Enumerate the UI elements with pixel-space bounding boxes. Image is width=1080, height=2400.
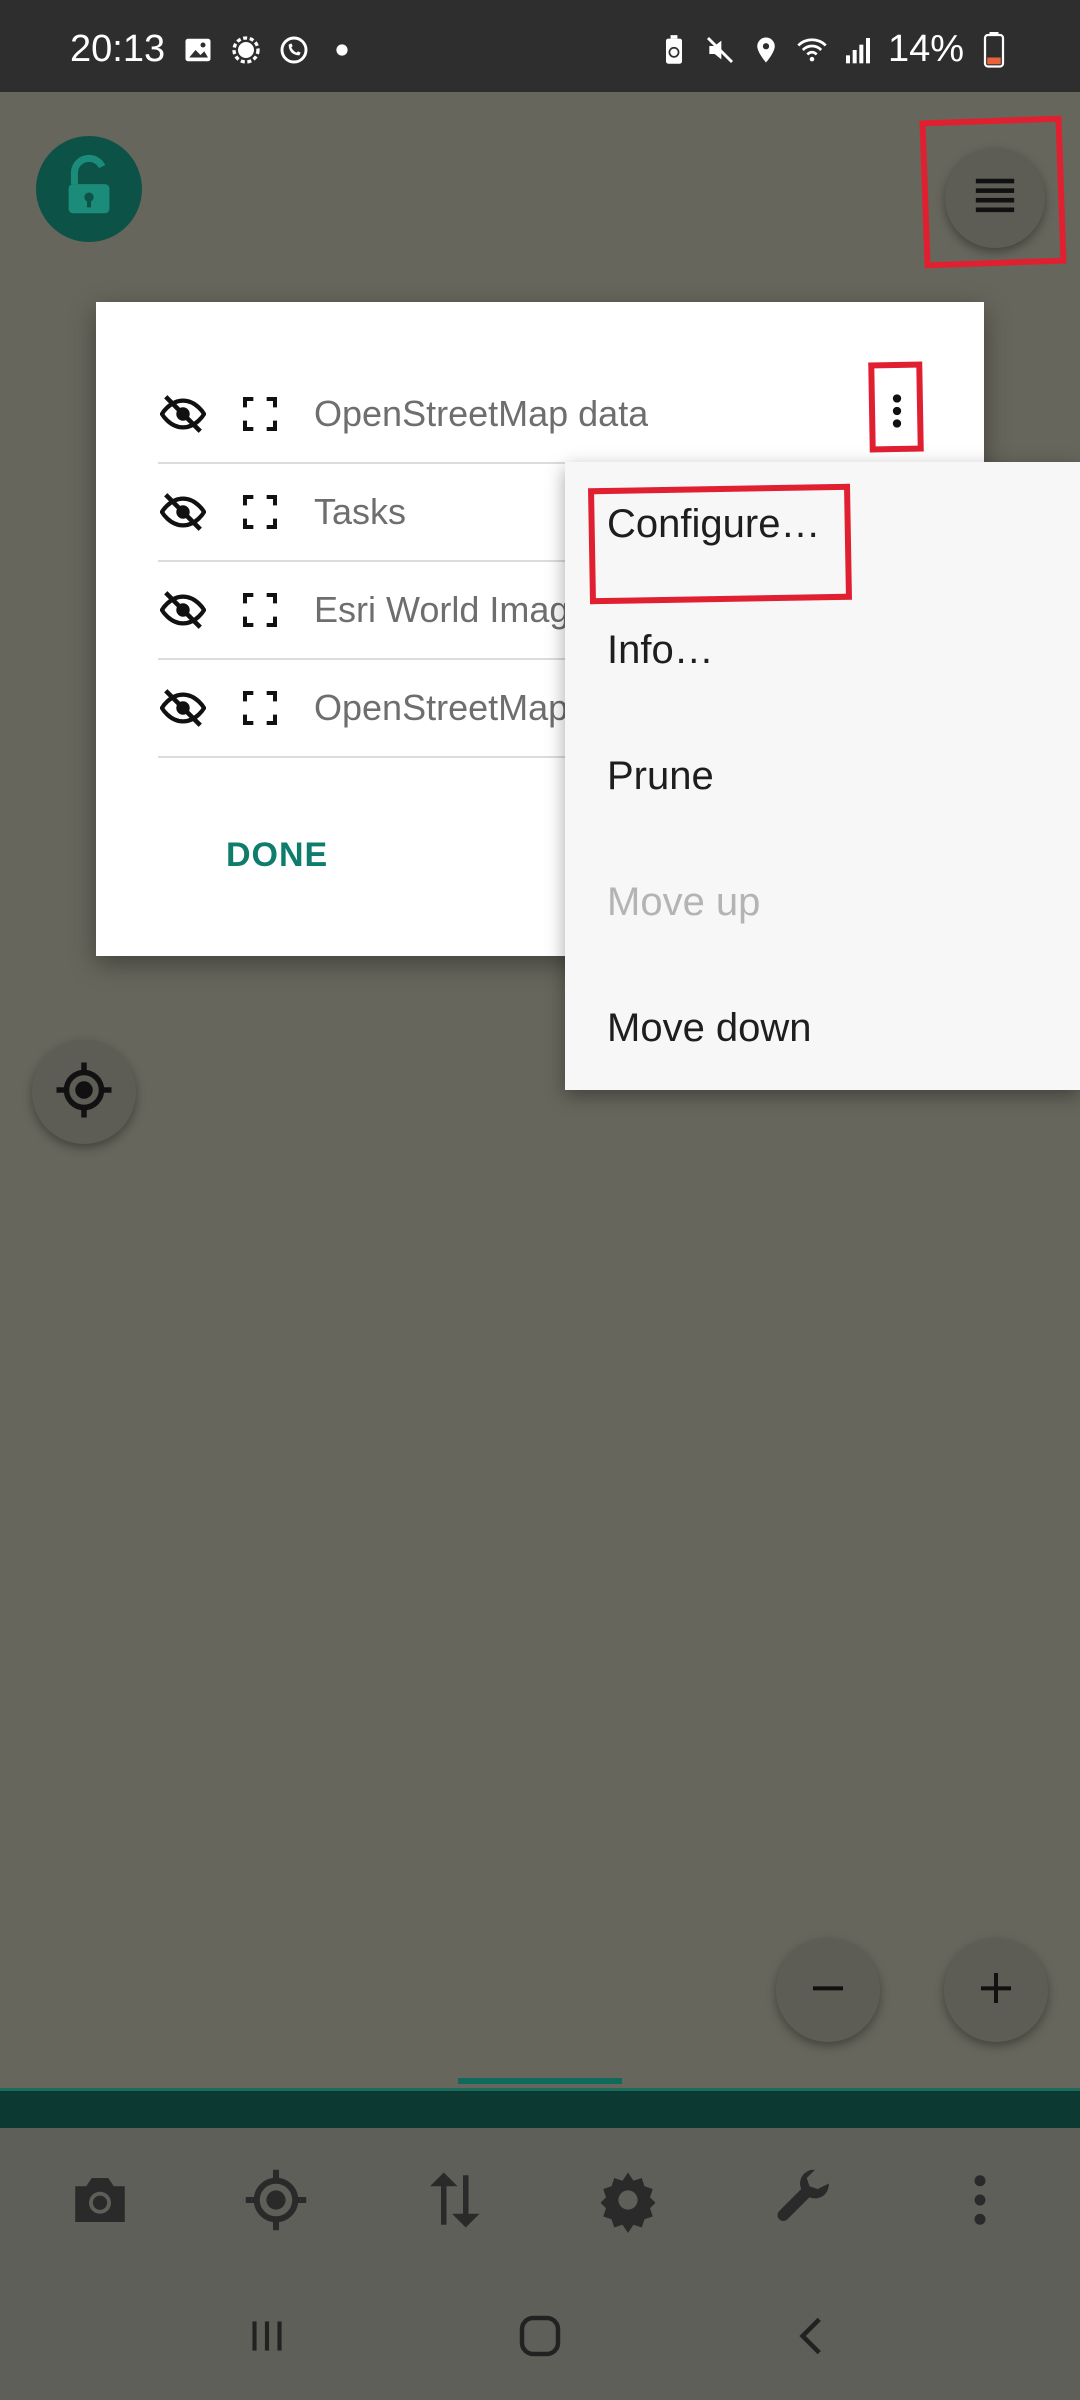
home-button[interactable] [495,2293,585,2383]
back-button[interactable] [768,2293,858,2383]
battery-percent: 14% [887,28,964,70]
zoom-to-extent-icon[interactable] [238,392,282,436]
tools-icon [771,2167,837,2238]
zoom-out-button[interactable] [776,1938,880,2042]
home-icon [513,2309,567,2368]
wifi-icon [796,34,828,66]
recents-button[interactable] [222,2293,312,2383]
highlight-box-menu [868,361,924,453]
unlock-icon [54,152,124,227]
zoom-to-extent-icon[interactable] [238,588,282,632]
zoom-to-extent-icon[interactable] [238,490,282,534]
battery-icon [978,31,1010,68]
camera-icon [67,2167,133,2238]
mute-icon [704,34,736,66]
layer-context-menu: Configure… Info… Prune Move up Move down [565,462,1080,1090]
plus-icon [976,1968,1016,2013]
signal-app-icon [230,34,262,66]
layer-name: OpenStreetMap data [314,393,649,434]
preferences-button[interactable] [583,2157,673,2247]
menu-item-configure[interactable]: Configure… [607,502,820,547]
settings-icon [595,2167,661,2238]
menu-item-move-up: Move up [607,880,761,924]
more-button[interactable] [935,2157,1025,2247]
menu-item-move-down[interactable]: Move down [607,1006,812,1051]
menu-item-prune[interactable]: Prune [607,754,714,799]
camera-button[interactable] [55,2157,145,2247]
highlight-box-layers [919,115,1067,269]
lock-button[interactable] [36,136,142,242]
bottom-toolbar [0,2128,1080,2276]
transfer-icon [419,2167,485,2238]
zoom-in-button[interactable] [944,1938,1048,2042]
visibility-off-icon[interactable] [158,389,208,439]
zoom-to-extent-icon[interactable] [238,686,282,730]
menu-item-info[interactable]: Info… [607,628,714,673]
gps-icon [243,2167,309,2238]
system-nav-bar [0,2276,1080,2400]
tools-button[interactable] [759,2157,849,2247]
gps-button[interactable] [231,2157,321,2247]
cell-signal-icon [842,34,874,66]
more-icon [947,2167,1013,2238]
status-bar: 20:13 14% [0,0,1080,92]
done-button[interactable]: DONE [226,836,328,875]
crosshair-icon [54,1060,114,1125]
recents-icon [242,2311,292,2366]
visibility-off-icon[interactable] [158,683,208,733]
battery-saver-icon [658,34,690,66]
layer-name: Tasks [314,491,407,532]
visibility-off-icon[interactable] [158,585,208,635]
layer-row[interactable]: OpenStreetMap data [158,366,938,464]
status-time: 20:13 [70,28,166,70]
layer-name: Esri World Imag [314,589,570,630]
gallery-icon [182,34,214,66]
transfer-button[interactable] [407,2157,497,2247]
minus-icon [808,1968,848,2013]
follow-position-button[interactable] [32,1040,136,1144]
back-icon [788,2311,838,2366]
layer-name: OpenStreetMap [314,687,569,728]
visibility-off-icon[interactable] [158,487,208,537]
bottom-strip [0,2088,1080,2128]
location-icon [750,34,782,66]
whatsapp-icon [278,34,310,66]
bottom-sheet-handle[interactable] [458,2078,622,2084]
dot-icon [326,34,358,66]
